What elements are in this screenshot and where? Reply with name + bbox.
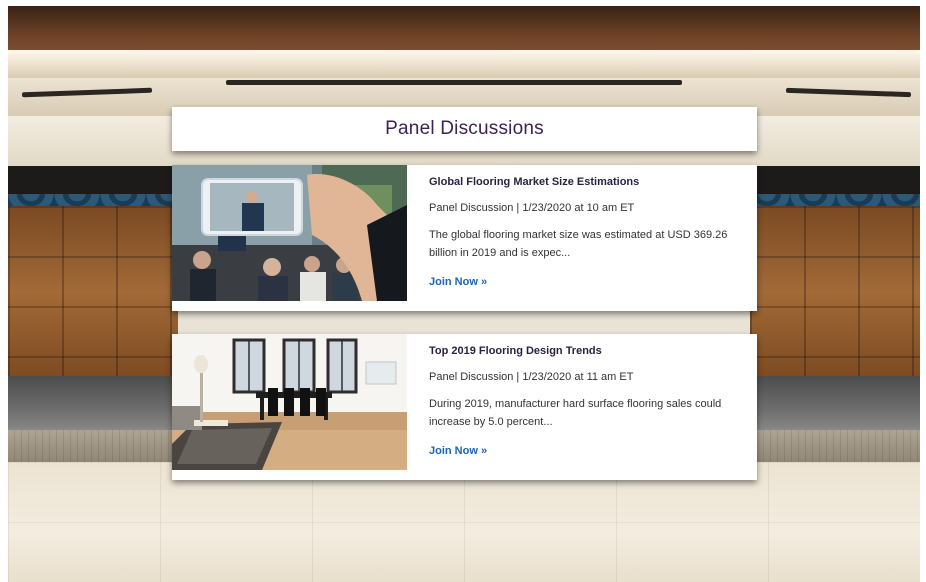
page-title: Panel Discussions (385, 118, 544, 139)
marble-floor (8, 462, 920, 582)
session-details: Global Flooring Market Size Estimations … (429, 176, 739, 290)
session-description: During 2019, manufacturer hard surface f… (429, 398, 722, 428)
join-now-link[interactable]: Join Now » (429, 276, 487, 288)
session-card: Global Flooring Market Size Estimations … (172, 165, 757, 311)
session-meta: Panel Discussion | 1/23/2020 at 10 am ET (429, 202, 635, 214)
ceiling-fascia (8, 50, 920, 79)
session-details: Top 2019 Flooring Design Trends Panel Di… (429, 345, 739, 459)
session-title: Top 2019 Flooring Design Trends (429, 345, 602, 357)
session-meta: Panel Discussion | 1/23/2020 at 11 am ET (429, 371, 634, 383)
session-description: The global flooring market size was esti… (429, 229, 728, 259)
wood-wall-panel-right (750, 206, 920, 378)
living-room-photo (172, 334, 407, 470)
wood-wall-panel-left (8, 206, 178, 378)
session-thumbnail[interactable] (172, 165, 407, 301)
session-title: Global Flooring Market Size Estimations (429, 176, 640, 188)
presentation-photo (172, 165, 407, 301)
ceiling-light-slot (226, 80, 682, 85)
session-thumbnail[interactable] (172, 334, 407, 470)
title-banner: Panel Discussions (172, 107, 757, 151)
join-now-link[interactable]: Join Now » (429, 445, 487, 457)
session-card: Top 2019 Flooring Design Trends Panel Di… (172, 334, 757, 480)
